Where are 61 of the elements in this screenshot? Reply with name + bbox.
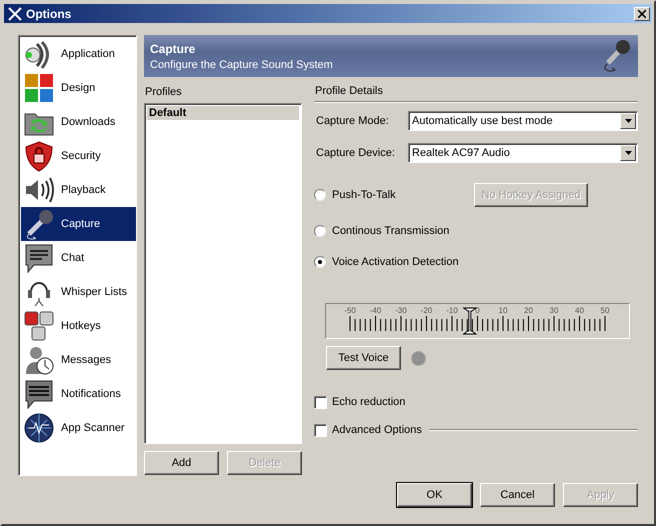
sidebar-item[interactable]: Chat [21, 241, 136, 275]
radio-button[interactable] [314, 189, 326, 201]
window-title: Options [26, 6, 72, 20]
keys-icon [23, 310, 55, 342]
sidebar-item[interactable]: App Scanner [21, 411, 136, 445]
scale-label: -30 [395, 306, 407, 315]
add-button[interactable]: Add [144, 451, 219, 475]
page-subtitle: Configure the Capture Sound System [150, 58, 334, 70]
sidebar-item[interactable]: Capture [21, 207, 136, 241]
sidebar-item[interactable]: Design [21, 71, 136, 105]
test-voice-button[interactable]: Test Voice [326, 346, 401, 370]
field-label: Capture Device: [315, 147, 396, 159]
sidebar-item[interactable]: Playback [21, 173, 136, 207]
ok-button[interactable]: OK [397, 483, 472, 507]
radio-option[interactable]: Continous Transmission [314, 221, 638, 241]
radio-button[interactable] [314, 225, 326, 237]
message-bubble-icon [23, 378, 55, 410]
scale-label: 40 [575, 306, 584, 315]
sidebar-item[interactable]: Hotkeys [21, 309, 136, 343]
close-button[interactable] [634, 6, 650, 20]
scale-label: 50 [600, 306, 610, 315]
cancel-button[interactable]: Cancel [480, 483, 555, 507]
checkbox[interactable] [314, 424, 327, 436]
scale-label: -40 [370, 306, 382, 315]
checkbox[interactable] [314, 396, 327, 408]
caret-icon [624, 119, 632, 123]
scale-label: -50 [344, 306, 356, 315]
sidebar-item[interactable]: Whisper Lists [21, 275, 136, 309]
scale-label: 30 [550, 306, 558, 315]
scale-label: -20 [420, 306, 432, 315]
chat-bubble-icon [23, 242, 55, 274]
dropdown[interactable]: Realtek AC97 Audio [408, 143, 638, 163]
radio-option[interactable]: Voice Activation Detection [314, 252, 638, 272]
page-title: Capture [150, 42, 196, 56]
scale-label: 0 [475, 306, 480, 315]
microphone-icon [602, 39, 632, 73]
sidebar-item[interactable]: Downloads [21, 105, 136, 139]
caret-icon [624, 151, 632, 155]
color-grid-icon [23, 72, 55, 104]
scale-label: -10 [446, 306, 458, 315]
section-label: Profiles [144, 85, 183, 100]
sidebar-item[interactable]: Application [21, 37, 136, 71]
dropdown[interactable]: Automatically use best mode [408, 111, 638, 131]
sidebar-item[interactable]: Notifications [21, 377, 136, 411]
field-label: Capture Mode: [315, 115, 390, 127]
sidebar-item[interactable]: Security [21, 139, 136, 173]
sidebar-item[interactable]: Messages [21, 343, 136, 377]
globe-icon [23, 412, 55, 444]
radio-button[interactable] [314, 256, 326, 268]
scale-label: 10 [498, 306, 508, 315]
shield-lock-icon [23, 140, 55, 172]
profile-item[interactable]: Default [147, 106, 299, 120]
checkbox-label[interactable]: Echo reduction [332, 396, 406, 408]
section-label: Profile Details [314, 85, 384, 98]
scale-label: 20 [524, 306, 533, 315]
slider-thumb[interactable] [462, 308, 478, 334]
checkbox-label[interactable]: Advanced Options [332, 424, 422, 436]
person-clock-icon [23, 344, 55, 376]
tools-icon [8, 6, 22, 20]
radio-option[interactable]: Push-To-Talk [314, 185, 396, 205]
close-icon [638, 10, 646, 18]
